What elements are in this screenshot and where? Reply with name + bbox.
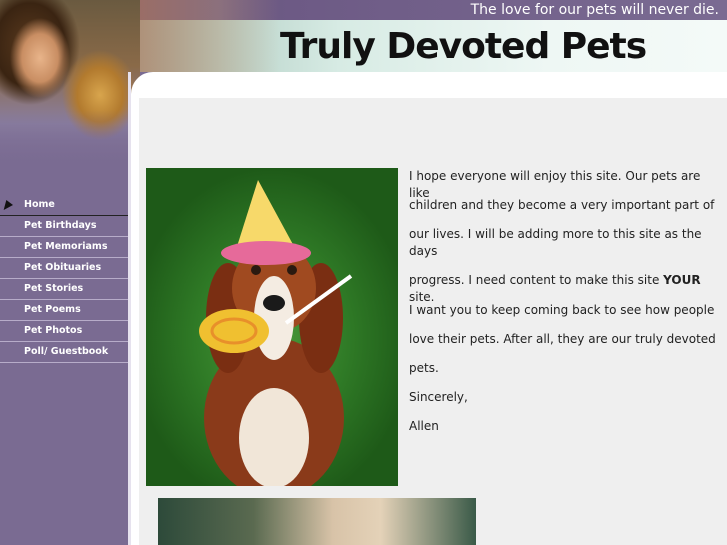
sidebar-item-pet-obituaries[interactable]: Pet Obituaries — [0, 258, 128, 279]
emphasis-your: YOUR — [663, 273, 701, 287]
sidebar-item-label: Pet Poems — [24, 304, 81, 315]
sidebar-item-pet-stories[interactable]: Pet Stories — [0, 279, 128, 300]
sidebar-item-pet-photos[interactable]: Pet Photos — [0, 321, 128, 342]
welcome-paragraph-3: our lives. I will be adding more to this… — [409, 227, 702, 258]
welcome-paragraph-4-text: progress. I need content to make this si… — [409, 273, 664, 287]
dog-nose — [263, 295, 285, 311]
signoff: Sincerely, — [409, 390, 468, 404]
lollipop-candy — [199, 309, 269, 353]
welcome-paragraph-2: children and they become a very importan… — [409, 198, 715, 212]
header-decoration — [130, 0, 280, 72]
sidebar-item-label: Pet Birthdays — [24, 220, 97, 231]
dog-eye-left — [251, 265, 261, 275]
welcome-paragraph-5: I want you to keep coming back to see ho… — [409, 303, 715, 317]
sidebar-item-label: Home — [24, 199, 55, 210]
child-photo — [158, 498, 476, 545]
welcome-paragraph-1: I hope everyone will enjoy this site. Ou… — [409, 169, 701, 200]
sidebar-item-label: Poll/ Guestbook — [24, 346, 109, 357]
welcome-paragraph-7: pets. — [409, 361, 439, 375]
dog-eye-right — [287, 265, 297, 275]
sidebar-item-poll-guestbook[interactable]: Poll/ Guestbook — [0, 342, 128, 363]
welcome-text: I hope everyone will enjoy this site. Ou… — [409, 168, 717, 435]
dog-with-party-hat-photo — [146, 168, 398, 486]
sidebar-item-home[interactable]: Home — [0, 195, 128, 216]
sidebar-item-label: Pet Photos — [24, 325, 83, 336]
site-title: Truly Devoted Pets — [280, 26, 647, 67]
sidebar-item-pet-birthdays[interactable]: Pet Birthdays — [0, 216, 128, 237]
dog-illustration — [199, 180, 353, 486]
sidebar-item-pet-memoriams[interactable]: Pet Memoriams — [0, 237, 128, 258]
tagline: The love for our pets will never die. — [470, 2, 719, 18]
sidebar-nav: Home Pet Birthdays Pet Memoriams Pet Obi… — [0, 195, 128, 363]
sidebar-item-label: Pet Obituaries — [24, 262, 102, 273]
dog-chest — [239, 388, 309, 486]
sidebar-item-pet-poems[interactable]: Pet Poems — [0, 300, 128, 321]
welcome-paragraph-6: love their pets. After all, they are our… — [409, 332, 716, 346]
hero-photo-fade — [0, 110, 140, 170]
party-hat-ruffle — [221, 241, 311, 265]
signature: Allen — [409, 419, 439, 433]
sidebar-item-label: Pet Memoriams — [24, 241, 108, 252]
sidebar-item-label: Pet Stories — [24, 283, 84, 294]
welcome-paragraph-4: progress. I need content to make this si… — [409, 272, 717, 304]
